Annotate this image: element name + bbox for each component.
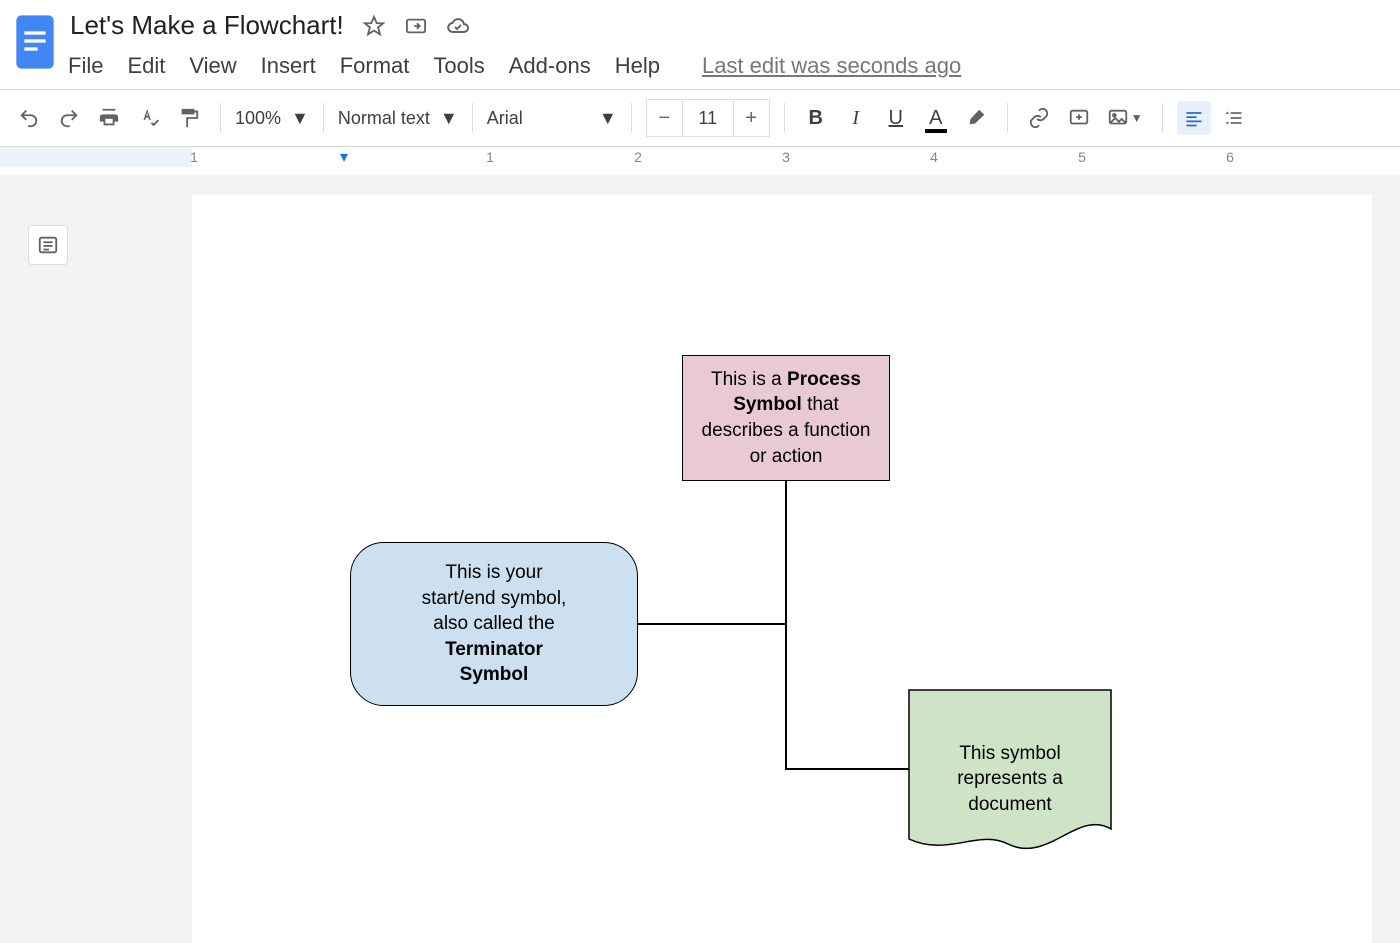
font-size-increase[interactable]: + — [733, 100, 769, 136]
document-title[interactable]: Let's Make a Flowchart! — [66, 8, 348, 43]
terminator-symbol-text: This is your start/end symbol, also call… — [422, 560, 567, 688]
title-row: Let's Make a Flowchart! — [66, 8, 1390, 43]
menu-format[interactable]: Format — [340, 53, 410, 79]
connector-line — [785, 768, 909, 770]
font-size-decrease[interactable]: − — [647, 100, 683, 136]
text-line: document — [968, 794, 1051, 815]
ruler[interactable]: 1 1 2 3 4 5 6 ▾ — [0, 147, 1400, 167]
separator — [631, 103, 632, 133]
menu-help[interactable]: Help — [615, 53, 660, 79]
star-icon[interactable] — [362, 14, 386, 38]
ruler-label: 6 — [1226, 149, 1234, 165]
print-button[interactable] — [92, 101, 126, 135]
move-icon[interactable] — [404, 14, 428, 38]
chevron-down-icon: ▼ — [291, 108, 309, 129]
menu-view[interactable]: View — [189, 53, 236, 79]
separator — [784, 103, 785, 133]
underline-button[interactable]: U — [879, 101, 913, 135]
menu-tools[interactable]: Tools — [433, 53, 484, 79]
text-line: also called the — [433, 613, 554, 634]
ruler-label: 4 — [930, 149, 938, 165]
paragraph-style-dropdown[interactable]: Normal text ▼ — [338, 108, 458, 129]
text-line: represents a — [957, 768, 1063, 789]
text-bold: Terminator — [445, 639, 543, 660]
menubar: File Edit View Insert Format Tools Add-o… — [66, 43, 1390, 89]
text-color-button[interactable]: A — [919, 101, 953, 135]
text-span: This is a — [711, 369, 787, 390]
menu-addons[interactable]: Add-ons — [509, 53, 591, 79]
process-symbol-shape[interactable]: This is a Process Symbol that describes … — [682, 355, 890, 481]
font-size-stepper: − + — [646, 99, 770, 137]
separator — [220, 103, 221, 133]
ruler-label: 1 — [486, 149, 494, 165]
menu-insert[interactable]: Insert — [261, 53, 316, 79]
bold-button[interactable]: B — [799, 101, 833, 135]
separator — [323, 103, 324, 133]
connector-line — [638, 623, 786, 625]
document-page[interactable]: This is a Process Symbol that describes … — [192, 195, 1372, 943]
chevron-down-icon: ▼ — [1131, 111, 1143, 125]
paint-format-button[interactable] — [172, 101, 206, 135]
chevron-down-icon: ▼ — [440, 108, 458, 129]
indent-marker-icon[interactable]: ▾ — [340, 147, 348, 167]
terminator-symbol-shape[interactable]: This is your start/end symbol, also call… — [350, 542, 638, 706]
highlight-button[interactable] — [959, 101, 993, 135]
text-bold: Symbol — [460, 664, 529, 685]
insert-link-button[interactable] — [1022, 101, 1056, 135]
zoom-value: 100% — [235, 108, 281, 129]
app-header: Let's Make a Flowchart! File Edit View I… — [0, 0, 1400, 89]
outline-toggle-button[interactable] — [28, 225, 68, 265]
spellcheck-button[interactable] — [132, 101, 166, 135]
font-value: Arial — [487, 108, 523, 129]
connector-line — [785, 623, 787, 769]
title-icons — [362, 14, 470, 38]
ruler-label: 2 — [634, 149, 642, 165]
canvas-area: This is a Process Symbol that describes … — [0, 175, 1400, 943]
text-line: start/end symbol, — [422, 588, 567, 609]
undo-button[interactable] — [12, 101, 46, 135]
insert-comment-button[interactable] — [1062, 101, 1096, 135]
paragraph-style-value: Normal text — [338, 108, 430, 129]
line-spacing-button[interactable] — [1217, 101, 1251, 135]
separator — [1007, 103, 1008, 133]
title-block: Let's Make a Flowchart! File Edit View I… — [66, 8, 1390, 89]
last-edit-link[interactable]: Last edit was seconds ago — [702, 53, 961, 79]
menu-edit[interactable]: Edit — [127, 53, 165, 79]
menu-file[interactable]: File — [68, 53, 103, 79]
ruler-label: 1 — [190, 149, 198, 165]
italic-button[interactable]: I — [839, 101, 873, 135]
cloud-status-icon[interactable] — [446, 14, 470, 38]
toolbar: 100% ▼ Normal text ▼ Arial ▼ − + B I U A… — [0, 90, 1400, 146]
docs-logo[interactable] — [10, 8, 60, 76]
redo-button[interactable] — [52, 101, 86, 135]
document-symbol-text: This symbol represents a document — [957, 709, 1063, 818]
ruler-label: 3 — [782, 149, 790, 165]
document-symbol-shape[interactable]: This symbol represents a document — [908, 689, 1112, 837]
insert-image-button[interactable]: ▼ — [1102, 101, 1148, 135]
connector-line — [785, 481, 787, 624]
separator — [472, 103, 473, 133]
text-line: This is your — [445, 562, 542, 583]
zoom-dropdown[interactable]: 100% ▼ — [235, 108, 309, 129]
font-size-input[interactable] — [683, 100, 733, 136]
process-symbol-text: This is a Process Symbol that describes … — [697, 367, 875, 470]
separator — [1162, 103, 1163, 133]
text-line: This symbol — [959, 743, 1060, 764]
ruler-label: 5 — [1078, 149, 1086, 165]
chevron-down-icon: ▼ — [599, 108, 617, 129]
font-dropdown[interactable]: Arial ▼ — [487, 108, 617, 129]
align-left-button[interactable] — [1177, 101, 1211, 135]
